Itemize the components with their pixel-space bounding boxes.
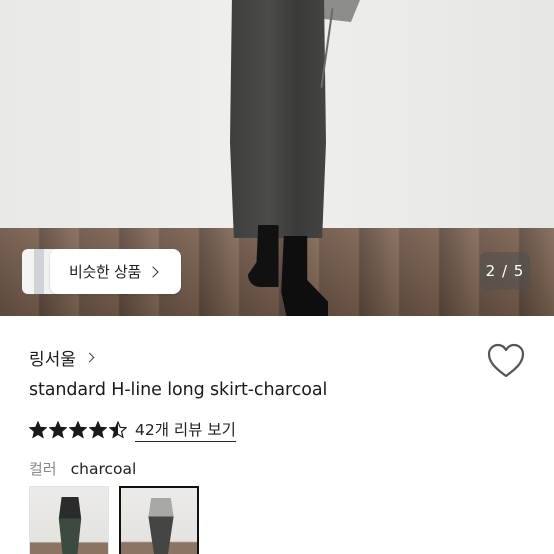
chevron-right-icon	[147, 265, 159, 278]
rating-row: 42개 리뷰 보기	[29, 418, 236, 442]
similar-products-label: 비슷한 상품	[69, 263, 141, 281]
product-title: standard H-line long skirt-charcoal	[29, 380, 328, 400]
color-value: charcoal	[70, 460, 137, 478]
chevron-right-icon	[84, 352, 95, 363]
star-icon	[29, 421, 47, 439]
product-image-carousel[interactable]: 비슷한 상품 2 / 5	[0, 0, 554, 316]
star-icon	[89, 421, 107, 439]
color-label: 컬러	[29, 460, 57, 478]
color-swatch[interactable]	[29, 486, 109, 554]
reviews-link[interactable]: 42개 리뷰 보기	[135, 418, 236, 442]
similar-products-button[interactable]: 비슷한 상품	[50, 249, 181, 294]
star-icon	[69, 421, 87, 439]
star-icon	[49, 421, 67, 439]
color-swatch-selected[interactable]	[119, 486, 199, 554]
image-counter: 2 / 5	[480, 252, 530, 290]
photo-skirt	[230, 0, 326, 238]
star-rating	[29, 421, 127, 439]
star-icon	[109, 421, 127, 439]
color-option-row: 컬러 charcoal	[29, 458, 136, 479]
shop-name: 링서울	[29, 350, 76, 370]
heart-icon[interactable]	[487, 343, 525, 379]
shop-link[interactable]: 링서울	[29, 345, 95, 370]
